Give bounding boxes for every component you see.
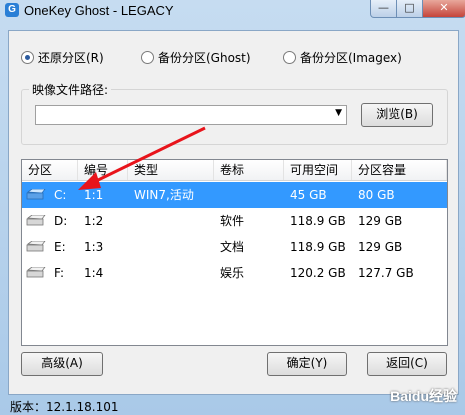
list-header: 分区 编号 类型 卷标 可用空间 分区容量 <box>22 160 447 181</box>
drive-icon <box>26 241 46 252</box>
title-bar: G OneKey Ghost - LEGACY — □ ✕ <box>0 0 465 22</box>
column-header[interactable]: 分区 <box>22 160 78 180</box>
partition-row[interactable]: F: 1:4 娱乐 120.2 GB 127.7 GB <box>22 260 447 286</box>
column-header[interactable]: 分区容量 <box>352 160 447 180</box>
partition-capacity: 127.7 GB <box>358 266 414 280</box>
watermark: Baidu经验 <box>390 388 457 404</box>
close-button[interactable]: ✕ <box>422 0 465 18</box>
partition-type <box>128 208 134 234</box>
radio-unchecked-icon <box>283 51 296 64</box>
partition-type: WIN7,活动 <box>134 188 194 202</box>
radio-checked-icon <box>21 51 34 64</box>
partition-number: 1:1 <box>84 188 104 202</box>
partition-drive: E: <box>54 240 66 254</box>
backup-imagex-radio[interactable]: 备份分区(Imagex) <box>283 49 402 66</box>
partition-label: 娱乐 <box>220 266 245 280</box>
partition-capacity: 80 GB <box>358 188 395 202</box>
partition-capacity: 129 GB <box>358 214 403 228</box>
window-title: OneKey Ghost - LEGACY <box>24 3 174 18</box>
partition-number: 1:3 <box>84 240 104 254</box>
browse-button[interactable]: 浏览(B) <box>361 103 433 127</box>
backup-ghost-radio[interactable]: 备份分区(Ghost) <box>141 49 251 66</box>
ok-button[interactable]: 确定(Y) <box>267 352 347 376</box>
column-header[interactable]: 类型 <box>128 160 214 180</box>
dialog-client: 还原分区(R) 备份分区(Ghost) 备份分区(Imagex) 映像文件路径:… <box>8 30 459 395</box>
advanced-button[interactable]: 高级(A) <box>21 352 103 376</box>
onekey-ghost-icon: G <box>5 3 19 17</box>
maximize-button[interactable]: □ <box>396 0 423 18</box>
partition-drive: F: <box>54 266 65 280</box>
partition-number: 1:4 <box>84 266 104 280</box>
minimize-button[interactable]: — <box>370 0 397 18</box>
partition-drive: D: <box>54 214 68 228</box>
partition-label <box>214 182 220 208</box>
restore-radio-label: 还原分区(R) <box>38 51 104 65</box>
restore-radio[interactable]: 还原分区(R) <box>21 49 104 66</box>
partition-number: 1:2 <box>84 214 104 228</box>
partition-capacity: 129 GB <box>358 240 403 254</box>
partition-drive: C: <box>54 188 67 202</box>
version-label: 版本：12.1.18.101 <box>10 400 119 414</box>
partition-free-space: 45 GB <box>290 188 327 202</box>
radio-unchecked-icon <box>141 51 154 64</box>
partition-free-space: 120.2 GB <box>290 266 346 280</box>
drive-icon <box>26 267 46 278</box>
column-header[interactable]: 可用空间 <box>284 160 352 180</box>
partition-row[interactable]: E: 1:3 文档 118.9 GB 129 GB <box>22 234 447 260</box>
partition-free-space: 118.9 GB <box>290 240 346 254</box>
backup-imagex-radio-label: 备份分区(Imagex) <box>300 51 402 65</box>
drive-icon <box>26 189 46 200</box>
partition-type <box>128 260 134 286</box>
back-button[interactable]: 返回(C) <box>367 352 447 376</box>
app-window: G OneKey Ghost - LEGACY — □ ✕ 还原分区(R) 备份… <box>0 0 465 415</box>
image-path-label: 映像文件路径: <box>29 81 112 98</box>
drive-icon <box>26 215 46 226</box>
partition-label: 软件 <box>220 214 245 228</box>
partition-type <box>128 234 134 260</box>
dropdown-arrow-icon[interactable]: ▼ <box>335 108 342 118</box>
column-header[interactable]: 卷标 <box>214 160 284 180</box>
partition-free-space: 118.9 GB <box>290 214 346 228</box>
backup-ghost-radio-label: 备份分区(Ghost) <box>158 51 251 65</box>
image-path-combobox[interactable]: ▼ <box>35 105 347 125</box>
partition-label: 文档 <box>220 240 245 254</box>
partition-row[interactable]: D: 1:2 软件 118.9 GB 129 GB <box>22 208 447 234</box>
partition-row[interactable]: C: 1:1 WIN7,活动 45 GB 80 GB <box>22 182 447 208</box>
column-header[interactable]: 编号 <box>78 160 128 180</box>
partition-list[interactable]: 分区 编号 类型 卷标 可用空间 分区容量 C: 1:1 WIN7,活动 45 … <box>21 159 448 346</box>
